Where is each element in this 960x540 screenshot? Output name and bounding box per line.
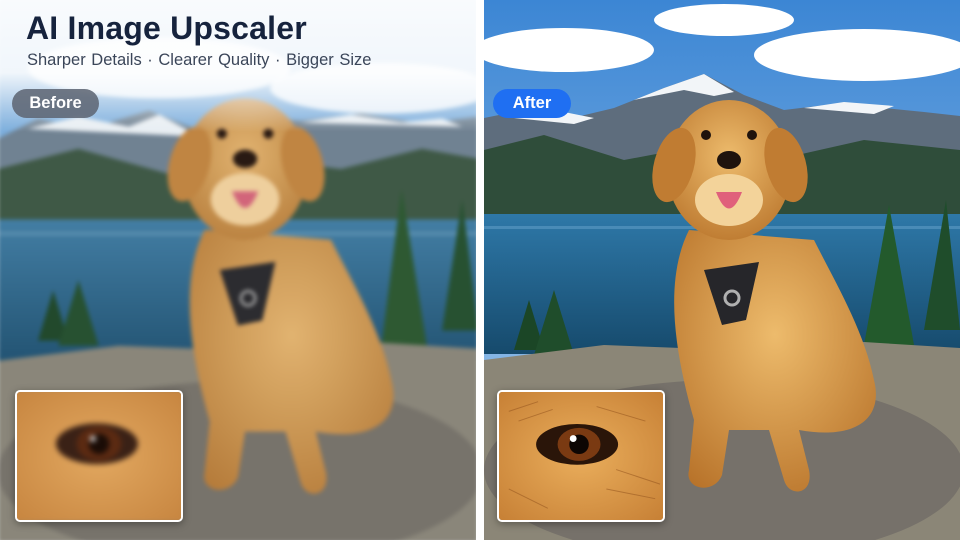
panel-divider [476,0,484,540]
before-eye-closeup [15,390,183,522]
page-subtitle: Sharper Details · Clearer Quality · Bigg… [27,51,372,69]
before-badge: Before [12,89,99,118]
after-badge: After [493,89,571,118]
page-title: AI Image Upscaler [26,10,307,46]
after-eye-closeup [497,390,665,522]
